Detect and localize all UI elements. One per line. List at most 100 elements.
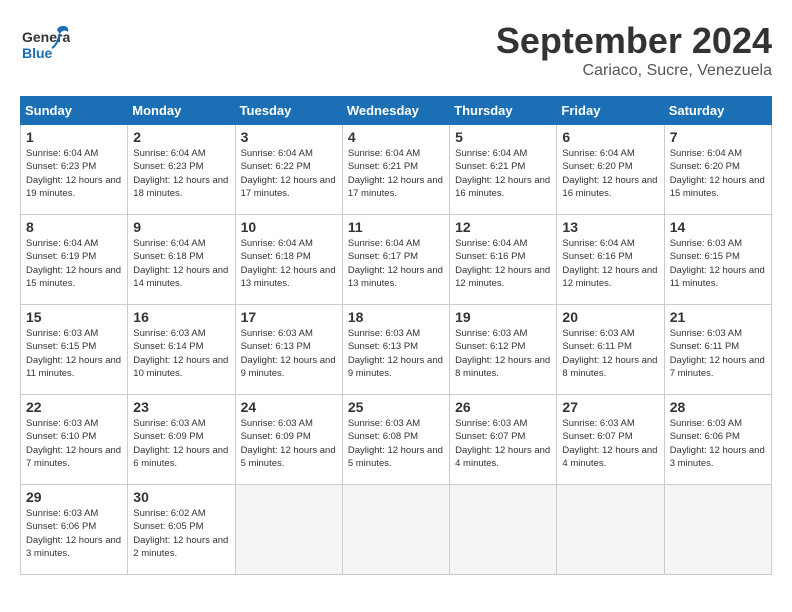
day-info: Sunrise: 6:03 AMSunset: 6:09 PMDaylight:… [133,417,229,470]
calendar-day: 29 Sunrise: 6:03 AMSunset: 6:06 PMDayligh… [21,485,128,575]
day-info: Sunrise: 6:04 AMSunset: 6:16 PMDaylight:… [455,237,551,290]
calendar-week-row: 15Sunrise: 6:03 AMSunset: 6:15 PMDayligh… [21,305,772,395]
calendar-week-row: 22 Sunrise: 6:03 AMSunset: 6:10 PMDayligh… [21,395,772,485]
day-number: 2 [133,129,229,145]
day-info: Sunrise: 6:04 AMSunset: 6:23 PMDaylight:… [26,147,122,200]
day-info: Sunrise: 6:03 AMSunset: 6:07 PMDaylight:… [562,417,658,470]
day-info: Sunrise: 6:03 AMSunset: 6:06 PMDaylight:… [26,507,122,560]
day-number: 1 [26,129,122,145]
calendar-day: 24 Sunrise: 6:03 AMSunset: 6:09 PMDayligh… [235,395,342,485]
calendar-day: 8 Sunrise: 6:04 AMSunset: 6:19 PMDaylight… [21,215,128,305]
day-number: 17 [241,309,337,325]
day-info: Sunrise: 6:03 AMSunset: 6:13 PMDaylight:… [241,327,337,380]
day-number: 22 [26,399,122,415]
day-number: 5 [455,129,551,145]
day-info: Sunrise: 6:02 AMSunset: 6:05 PMDaylight:… [133,507,229,560]
empty-cell [664,485,771,575]
calendar-day: 6 Sunrise: 6:04 AMSunset: 6:20 PMDaylight… [557,125,664,215]
day-number: 19 [455,309,551,325]
day-number: 16 [133,309,229,325]
calendar-day: 11Sunrise: 6:04 AMSunset: 6:17 PMDayligh… [342,215,449,305]
day-number: 10 [241,219,337,235]
calendar-day: 14Sunrise: 6:03 AMSunset: 6:15 PMDayligh… [664,215,771,305]
day-info: Sunrise: 6:03 AMSunset: 6:15 PMDaylight:… [670,237,766,290]
day-of-week-header: Friday [557,97,664,125]
day-number: 12 [455,219,551,235]
day-info: Sunrise: 6:04 AMSunset: 6:16 PMDaylight:… [562,237,658,290]
page-header: General Blue September 2024 Cariaco, Suc… [20,20,772,80]
day-number: 6 [562,129,658,145]
day-info: Sunrise: 6:03 AMSunset: 6:13 PMDaylight:… [348,327,444,380]
title-section: September 2024 Cariaco, Sucre, Venezuela [496,20,772,80]
day-number: 4 [348,129,444,145]
day-info: Sunrise: 6:04 AMSunset: 6:22 PMDaylight:… [241,147,337,200]
day-number: 26 [455,399,551,415]
calendar-day: 9Sunrise: 6:04 AMSunset: 6:18 PMDaylight… [128,215,235,305]
day-of-week-header: Saturday [664,97,771,125]
day-info: Sunrise: 6:03 AMSunset: 6:06 PMDaylight:… [670,417,766,470]
calendar-day: 22 Sunrise: 6:03 AMSunset: 6:10 PMDayligh… [21,395,128,485]
calendar-day: 17 Sunrise: 6:03 AMSunset: 6:13 PMDayligh… [235,305,342,395]
calendar-day: 18 Sunrise: 6:03 AMSunset: 6:13 PMDayligh… [342,305,449,395]
calendar-day: 28 Sunrise: 6:03 AMSunset: 6:06 PMDayligh… [664,395,771,485]
empty-cell [235,485,342,575]
calendar-day: 2 Sunrise: 6:04 AMSunset: 6:23 PMDaylight… [128,125,235,215]
day-number: 28 [670,399,766,415]
day-number: 27 [562,399,658,415]
day-of-week-header: Thursday [450,97,557,125]
day-info: Sunrise: 6:04 AMSunset: 6:21 PMDaylight:… [348,147,444,200]
calendar-day: 3 Sunrise: 6:04 AMSunset: 6:22 PMDaylight… [235,125,342,215]
calendar-day: 13Sunrise: 6:04 AMSunset: 6:16 PMDayligh… [557,215,664,305]
calendar-day: 10 Sunrise: 6:04 AMSunset: 6:18 PMDayligh… [235,215,342,305]
day-number: 29 [26,489,122,505]
calendar-week-row: 8 Sunrise: 6:04 AMSunset: 6:19 PMDaylight… [21,215,772,305]
day-of-week-header: Monday [128,97,235,125]
logo: General Blue [20,20,70,75]
day-number: 18 [348,309,444,325]
calendar-day: 30 Sunrise: 6:02 AMSunset: 6:05 PMDayligh… [128,485,235,575]
calendar-day: 16 Sunrise: 6:03 AMSunset: 6:14 PMDayligh… [128,305,235,395]
calendar-week-row: 1 Sunrise: 6:04 AMSunset: 6:23 PMDaylight… [21,125,772,215]
calendar-day: 19Sunrise: 6:03 AMSunset: 6:12 PMDayligh… [450,305,557,395]
calendar-day: 25Sunrise: 6:03 AMSunset: 6:08 PMDayligh… [342,395,449,485]
day-info: Sunrise: 6:03 AMSunset: 6:07 PMDaylight:… [455,417,551,470]
empty-cell [557,485,664,575]
day-number: 21 [670,309,766,325]
calendar-week-row: 29 Sunrise: 6:03 AMSunset: 6:06 PMDayligh… [21,485,772,575]
calendar-day: 12 Sunrise: 6:04 AMSunset: 6:16 PMDayligh… [450,215,557,305]
day-number: 15 [26,309,122,325]
day-info: Sunrise: 6:04 AMSunset: 6:18 PMDaylight:… [241,237,337,290]
day-of-week-header: Wednesday [342,97,449,125]
day-number: 7 [670,129,766,145]
calendar-day: 20 Sunrise: 6:03 AMSunset: 6:11 PMDayligh… [557,305,664,395]
day-number: 9 [133,219,229,235]
day-info: Sunrise: 6:03 AMSunset: 6:10 PMDaylight:… [26,417,122,470]
calendar-day: 4 Sunrise: 6:04 AMSunset: 6:21 PMDaylight… [342,125,449,215]
day-info: Sunrise: 6:04 AMSunset: 6:19 PMDaylight:… [26,237,122,290]
day-of-week-header: Sunday [21,97,128,125]
day-number: 24 [241,399,337,415]
calendar-day: 1 Sunrise: 6:04 AMSunset: 6:23 PMDaylight… [21,125,128,215]
calendar-header-row: SundayMondayTuesdayWednesdayThursdayFrid… [21,97,772,125]
day-number: 20 [562,309,658,325]
day-info: Sunrise: 6:04 AMSunset: 6:21 PMDaylight:… [455,147,551,200]
calendar-day: 26 Sunrise: 6:03 AMSunset: 6:07 PMDayligh… [450,395,557,485]
calendar-day: 23Sunrise: 6:03 AMSunset: 6:09 PMDayligh… [128,395,235,485]
day-info: Sunrise: 6:03 AMSunset: 6:14 PMDaylight:… [133,327,229,380]
calendar-table: SundayMondayTuesdayWednesdayThursdayFrid… [20,96,772,575]
day-info: Sunrise: 6:03 AMSunset: 6:08 PMDaylight:… [348,417,444,470]
day-info: Sunrise: 6:03 AMSunset: 6:11 PMDaylight:… [670,327,766,380]
day-info: Sunrise: 6:04 AMSunset: 6:23 PMDaylight:… [133,147,229,200]
day-info: Sunrise: 6:03 AMSunset: 6:11 PMDaylight:… [562,327,658,380]
day-number: 8 [26,219,122,235]
day-of-week-header: Tuesday [235,97,342,125]
svg-text:Blue: Blue [22,45,53,61]
day-number: 30 [133,489,229,505]
day-number: 3 [241,129,337,145]
calendar-day: 5 Sunrise: 6:04 AMSunset: 6:21 PMDaylight… [450,125,557,215]
calendar-day: 27 Sunrise: 6:03 AMSunset: 6:07 PMDayligh… [557,395,664,485]
day-info: Sunrise: 6:03 AMSunset: 6:09 PMDaylight:… [241,417,337,470]
empty-cell [342,485,449,575]
empty-cell [450,485,557,575]
day-info: Sunrise: 6:04 AMSunset: 6:20 PMDaylight:… [562,147,658,200]
